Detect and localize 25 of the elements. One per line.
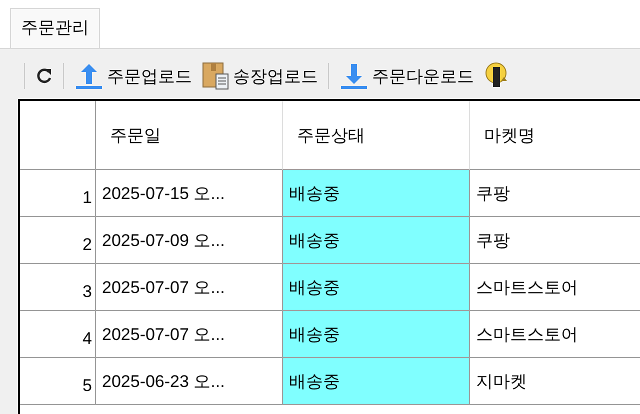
tab[interactable]: 주문관리 [10, 8, 100, 48]
table-cell: 배송중 [283, 170, 470, 217]
row-number: 1 [20, 170, 96, 217]
table-cell: 스마트스토어 [470, 311, 640, 358]
column-header[interactable]: 마켓명 [470, 101, 640, 170]
table-cell: 쿠팡 [470, 170, 640, 217]
table-cell: 배송중 [283, 311, 470, 358]
refresh-icon [35, 67, 53, 85]
box-document-icon [202, 61, 230, 91]
download-icon [339, 61, 369, 91]
column-header[interactable]: 주문일 [96, 101, 283, 170]
row-number: 4 [20, 311, 96, 358]
invoice-button[interactable]: 송장업로드 [200, 59, 320, 93]
download-button[interactable]: 주문다운로드 [337, 59, 476, 93]
table-cell: 배송중 [283, 217, 470, 264]
row-number: 2 [20, 217, 96, 264]
row-number: 3 [20, 264, 96, 311]
table-cell: 배송중 [283, 264, 470, 311]
table-cell: 스마트스토어 [470, 264, 640, 311]
upload-button[interactable]: 주문업로드 [72, 59, 194, 93]
upload-icon [74, 61, 104, 91]
row-number: 5 [20, 358, 96, 405]
table-cell: 배송중 [283, 358, 470, 405]
table-cell: 지마켓 [470, 358, 640, 405]
table-cell: 쿠팡 [470, 217, 640, 264]
